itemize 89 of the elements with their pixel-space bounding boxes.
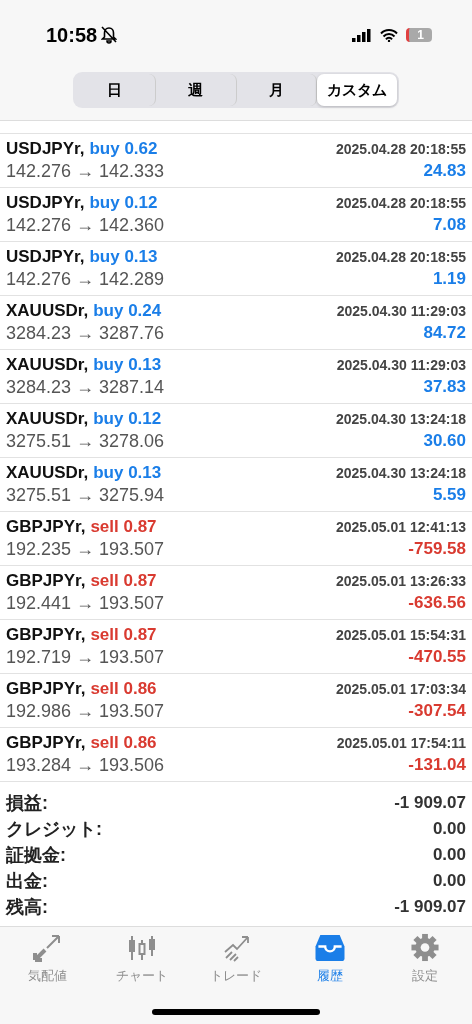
arrows-icon <box>33 934 62 962</box>
candlestick-icon <box>126 934 157 962</box>
deal-time: 2025.04.30 13:24:18 <box>336 411 466 427</box>
deal-type: buy 0.13 <box>89 247 158 267</box>
deal-prices: 3284.23 → 3287.76 <box>6 323 166 344</box>
deal-profit: 24.83 <box>422 161 466 182</box>
deal-prices: 192.235 → 193.507 <box>6 539 166 560</box>
deal-time: 2025.05.01 12:41:13 <box>336 519 466 535</box>
tab-bar-item[interactable]: 気配値 <box>0 933 95 985</box>
deal-profit: 30.60 <box>422 431 466 452</box>
deal-prices: 3275.51 → 3275.94 <box>6 485 166 506</box>
deal-prices: 142.276 → 142.360 <box>6 215 166 236</box>
deal-time: 2025.05.01 13:26:33 <box>336 573 466 589</box>
symbol-label: GBPJPYr, <box>6 733 86 753</box>
deal-time: 2025.05.01 17:54:11 <box>336 735 466 751</box>
summary-value: 0.00 <box>432 819 466 839</box>
symbol-label: GBPJPYr, <box>6 679 86 699</box>
summary-label: 損益: <box>6 792 48 815</box>
deal-time: 2025.05.01 15:54:31 <box>336 627 466 643</box>
symbol-label: GBPJPYr, <box>6 571 86 591</box>
tab-bar-item[interactable]: トレード <box>188 933 284 985</box>
summary-value: 0.00 <box>432 845 466 865</box>
home-indicator[interactable] <box>152 1009 320 1015</box>
symbol-label: USDJPYr, <box>6 139 85 159</box>
summary-value: 0.00 <box>432 871 466 891</box>
deal-profit: 84.72 <box>422 323 466 344</box>
deal-profit: 37.83 <box>422 377 466 398</box>
deal-type: sell 0.86 <box>90 733 157 753</box>
deal-time: 2025.05.01 17:03:34 <box>336 681 466 697</box>
symbol-label: USDJPYr, <box>6 247 85 267</box>
deal-time: 2025.04.28 20:18:55 <box>336 141 466 157</box>
deal-profit: -636.56 <box>407 593 466 614</box>
tab-bar-item[interactable]: チャート <box>94 933 189 985</box>
deal-type: buy 0.13 <box>93 463 162 483</box>
signal-icon <box>352 28 372 42</box>
period-tab[interactable]: カスタム <box>317 74 397 106</box>
deal-type: sell 0.87 <box>90 517 157 537</box>
settings-icon <box>409 933 440 962</box>
symbol-label: XAUUSDr, <box>6 463 89 483</box>
deal-type: sell 0.86 <box>90 679 157 699</box>
deal-profit: 7.08 <box>431 215 466 236</box>
bell-muted-icon <box>101 26 118 44</box>
period-tab[interactable]: 週 <box>155 74 237 106</box>
symbol-label: XAUUSDr, <box>6 355 89 375</box>
summary-value: -1 909.07 <box>394 793 466 813</box>
summary-label: 残高: <box>6 896 48 919</box>
deal-prices: 192.719 → 193.507 <box>6 647 166 668</box>
deal-time: 2025.04.30 11:29:03 <box>336 303 466 319</box>
clock: 10:58 <box>46 23 98 47</box>
battery-icon: 1 <box>406 28 432 42</box>
deal-time: 2025.04.28 20:18:55 <box>336 249 466 265</box>
deal-time: 2025.04.30 13:24:18 <box>336 465 466 481</box>
deal-profit: 5.59 <box>431 485 466 506</box>
deal-prices: 3284.23 → 3287.14 <box>6 377 166 398</box>
deal-profit: 1.19 <box>431 269 466 290</box>
deal-profit: -307.54 <box>407 701 466 722</box>
deal-prices: 193.284 → 193.506 <box>6 755 166 776</box>
trend-arrow-icon <box>222 934 250 962</box>
symbol-label: GBPJPYr, <box>6 517 86 537</box>
deal-type: sell 0.87 <box>90 571 157 591</box>
deal-prices: 142.276 → 142.289 <box>6 269 166 290</box>
summary-label: 出金: <box>6 870 48 893</box>
summary-label: クレジット: <box>6 818 102 841</box>
deal-prices: 192.986 → 193.507 <box>6 701 166 722</box>
deal-time: 2025.04.30 11:29:03 <box>336 357 466 373</box>
summary-value: -1 909.07 <box>394 897 466 917</box>
symbol-label: GBPJPYr, <box>6 625 86 645</box>
deal-type: buy 0.12 <box>93 409 162 429</box>
symbol-label: XAUUSDr, <box>6 409 89 429</box>
symbol-label: USDJPYr, <box>6 193 85 213</box>
deal-prices: 142.276 → 142.333 <box>6 161 166 182</box>
summary-label: 証拠金: <box>6 844 66 867</box>
deal-type: buy 0.24 <box>93 301 162 321</box>
wifi-icon <box>380 28 398 42</box>
inbox-icon <box>314 933 347 962</box>
tab-bar-item[interactable]: 設定 <box>377 933 472 985</box>
symbol-label: XAUUSDr, <box>6 301 89 321</box>
period-tab[interactable]: 日 <box>75 74 156 106</box>
tab-bar-item[interactable]: 履歴 <box>283 933 378 985</box>
deal-type: buy 0.62 <box>89 139 158 159</box>
deal-profit: -759.58 <box>407 539 466 560</box>
deal-type: buy 0.12 <box>89 193 158 213</box>
deal-prices: 192.441 → 193.507 <box>6 593 166 614</box>
deal-time: 2025.04.28 20:18:55 <box>336 195 466 211</box>
deal-profit: -131.04 <box>407 755 466 776</box>
deal-profit: -470.55 <box>407 647 466 668</box>
deal-type: sell 0.87 <box>90 625 157 645</box>
deal-type: buy 0.13 <box>93 355 162 375</box>
deal-prices: 3275.51 → 3278.06 <box>6 431 166 452</box>
